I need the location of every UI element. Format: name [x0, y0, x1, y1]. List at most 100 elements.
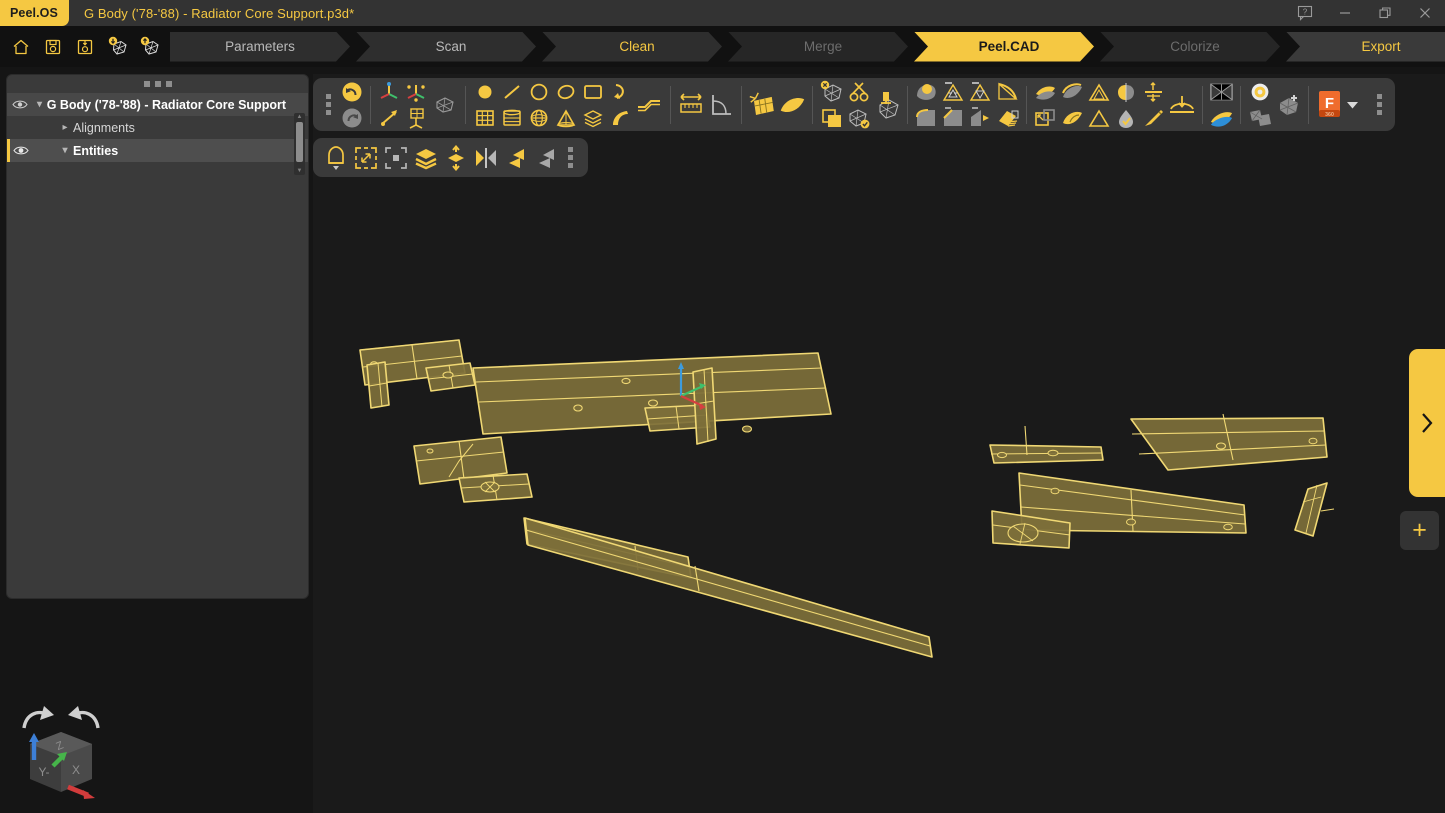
merge-scan-button[interactable] [1246, 105, 1273, 130]
cone-button[interactable] [552, 105, 579, 130]
triangle-reduce-button[interactable] [940, 79, 967, 104]
fill-hole-button[interactable] [1113, 105, 1140, 130]
draft-button[interactable] [967, 105, 994, 130]
fillet-button[interactable] [913, 105, 940, 130]
fusion360-export-button[interactable]: F 360 [1314, 83, 1344, 127]
add-entity-button[interactable]: + [1400, 511, 1439, 550]
chamfer-button[interactable] [940, 105, 967, 130]
accept-mesh-button[interactable] [845, 105, 872, 130]
delete-mesh-button[interactable] [818, 79, 845, 104]
scroll-down-arrow-icon[interactable]: ▼ [296, 168, 303, 174]
chevron-down-icon[interactable]: ▾ [32, 99, 46, 110]
expand-right-panel-button[interactable] [1409, 349, 1445, 497]
workflow-step-parameters[interactable]: Parameters [170, 32, 350, 62]
cylinder-button[interactable] [498, 105, 525, 130]
panel-drag-handle[interactable] [7, 75, 308, 93]
distance-constraint-button[interactable] [1140, 79, 1167, 104]
workflow-step-merge[interactable]: Merge [728, 32, 908, 62]
workflow-step-clean[interactable]: Clean [542, 32, 722, 62]
grid-button[interactable] [471, 105, 498, 130]
3d-viewport[interactable] [313, 74, 1445, 813]
fit-patch-button[interactable] [747, 83, 777, 127]
region-select-button[interactable] [913, 79, 940, 104]
tree-item-root[interactable]: ▾ G Body ('78-'88) - Radiator Core Suppo… [7, 93, 308, 116]
flip-left-button[interactable] [501, 143, 531, 173]
layers-button[interactable] [579, 105, 606, 130]
triangle-refine-button[interactable] [967, 79, 994, 104]
taper-button[interactable] [994, 79, 1021, 104]
brush-button[interactable] [994, 105, 1021, 130]
sphere-button[interactable] [525, 105, 552, 130]
tree-item-entities[interactable]: ▾ Entities [7, 139, 308, 162]
line-button[interactable] [498, 79, 525, 104]
toolbar-drag-handle[interactable] [319, 94, 338, 115]
measure-distance-button[interactable] [676, 83, 706, 127]
add-scan-button[interactable] [1273, 83, 1303, 127]
align-axis-button[interactable] [376, 79, 403, 104]
workflow-step-export[interactable]: Export [1286, 32, 1445, 62]
home-button[interactable] [6, 32, 36, 62]
brand-chip[interactable]: Peel.OS [0, 0, 69, 26]
align-arrow-button[interactable] [376, 105, 403, 130]
point-button[interactable] [471, 79, 498, 104]
flip-right-button[interactable] [531, 143, 561, 173]
visibility-eye-icon[interactable] [7, 145, 35, 156]
visibility-eye-icon[interactable] [7, 99, 32, 110]
sweep-button[interactable] [606, 105, 633, 130]
scrollbar-thumb[interactable] [296, 122, 303, 162]
align-plane-button[interactable] [403, 105, 430, 130]
boolean-button[interactable] [1032, 105, 1059, 130]
maximize-button[interactable] [1365, 0, 1405, 26]
view-cube[interactable]: X Y- Z [6, 700, 116, 808]
duplicate-button[interactable] [818, 105, 845, 130]
minimize-button[interactable] [1325, 0, 1365, 26]
toolbar-overflow-button[interactable] [1370, 94, 1389, 115]
rectangle-button[interactable] [579, 79, 606, 104]
shaded-toggle-button[interactable] [1208, 105, 1235, 130]
fit-surface-button[interactable] [777, 83, 807, 127]
triangle-ok-button[interactable] [1086, 105, 1113, 130]
cut-mesh-button[interactable] [845, 79, 872, 104]
mirror-half-button[interactable] [1113, 79, 1140, 104]
circle-button[interactable] [525, 79, 552, 104]
selection-overflow-button[interactable] [561, 147, 580, 168]
tree-scrollbar[interactable]: ▲ ▼ [294, 113, 305, 175]
workflow-step-colorize[interactable]: Colorize [1100, 32, 1280, 62]
expand-selection-button[interactable] [351, 143, 381, 173]
chevron-down-icon [1346, 101, 1358, 108]
close-button[interactable] [1405, 0, 1445, 26]
wireframe-toggle-button[interactable] [1208, 79, 1235, 104]
import-button[interactable] [102, 32, 132, 62]
chevron-down-icon[interactable]: ▾ [57, 145, 73, 156]
help-button[interactable]: ? [1285, 0, 1325, 26]
lasso-select-button[interactable] [321, 143, 351, 173]
chevron-right-icon[interactable]: ▸ [57, 122, 73, 133]
align-mesh-button[interactable] [430, 83, 460, 127]
select-through-button[interactable] [441, 143, 471, 173]
offset-button[interactable] [1059, 79, 1086, 104]
workflow-step-scan[interactable]: Scan [356, 32, 536, 62]
ellipse-button[interactable] [552, 79, 579, 104]
extract-mesh-button[interactable] [872, 83, 902, 127]
undo-button[interactable] [338, 79, 365, 104]
scroll-up-arrow-icon[interactable]: ▲ [296, 114, 303, 120]
smooth-button[interactable] [1140, 105, 1167, 130]
polyline-button[interactable] [633, 88, 665, 122]
bend-button[interactable] [1059, 105, 1086, 130]
thicken-button[interactable] [1032, 79, 1059, 104]
select-layers-button[interactable] [411, 143, 441, 173]
project-down-button[interactable] [1167, 83, 1197, 127]
measure-angle-button[interactable] [706, 83, 736, 127]
align-points-button[interactable] [403, 79, 430, 104]
export-mesh-button[interactable] [134, 32, 164, 62]
workflow-step-peelcad[interactable]: Peel.CAD [914, 32, 1094, 62]
save-button[interactable] [38, 32, 68, 62]
fusion360-dropdown[interactable] [1344, 92, 1360, 117]
mirror-selection-button[interactable] [471, 143, 501, 173]
target-button[interactable] [1246, 79, 1273, 104]
tree-item-alignments[interactable]: ▸ Alignments [7, 116, 308, 139]
save-as-button[interactable] [70, 32, 100, 62]
arc-button[interactable] [606, 79, 633, 104]
shell-button[interactable] [1086, 79, 1113, 104]
shrink-selection-button[interactable] [381, 143, 411, 173]
